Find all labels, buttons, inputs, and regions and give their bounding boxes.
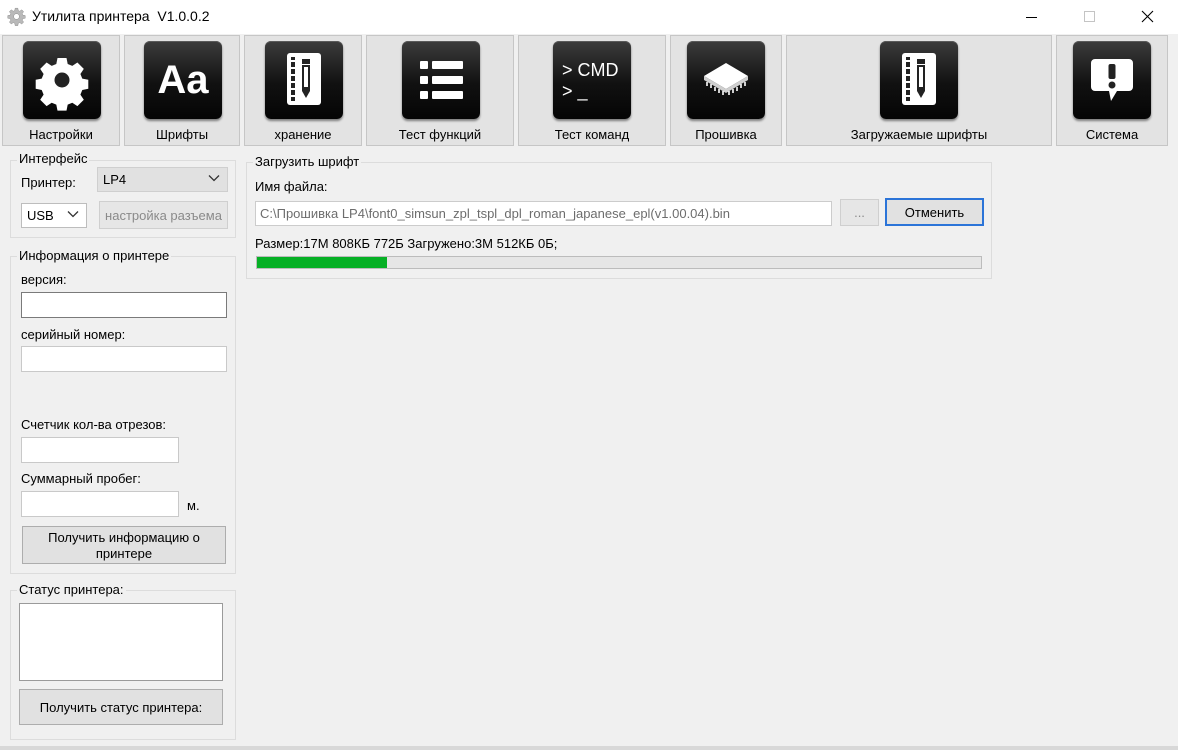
port-settings-button[interactable]: настройка разъема [99, 201, 228, 229]
toolbar-firmware-button[interactable]: Прошивка [670, 35, 782, 146]
cut-counter-field[interactable] [21, 437, 179, 463]
list-icon [402, 41, 480, 119]
notebook-pencil-icon [265, 41, 343, 119]
browse-button[interactable]: ... [840, 199, 879, 226]
interface-legend: Интерфейс [17, 151, 90, 166]
toolbar-system-button[interactable]: Система [1056, 35, 1168, 146]
gear-icon [23, 41, 101, 119]
version-label: версия: [21, 272, 67, 287]
file-path-field[interactable]: C:\Прошивка LP4\font0_simsun_zpl_tspl_dp… [255, 201, 832, 226]
upload-progress-fill [257, 257, 388, 268]
get-printer-status-button[interactable]: Получить статус принтера: [19, 689, 223, 725]
port-select-value: USB [27, 208, 54, 223]
version-field[interactable] [21, 292, 227, 318]
toolbar-label: Система [1085, 127, 1139, 142]
chevron-down-icon [208, 175, 220, 182]
printer-label: Принтер: [21, 175, 76, 190]
cut-counter-label: Счетчик кол-ва отрезов: [21, 417, 167, 432]
notebook-pencil-icon [880, 41, 958, 119]
printer-select-value: LP4 [103, 172, 127, 187]
printer-status-legend: Статус принтера: [17, 582, 126, 597]
svg-text:Aa: Aa [157, 58, 209, 102]
toolbar-settings-button[interactable]: Настройки [2, 35, 120, 146]
font-aa-icon: Aa [144, 41, 222, 119]
mileage-unit: м. [187, 498, 200, 513]
toolbar-label: Тест функций [398, 127, 482, 142]
toolbar-downloadable-fonts-button[interactable]: Загружаемые шрифты [786, 35, 1052, 146]
svg-text:> _: > _ [562, 81, 589, 102]
chevron-down-icon [67, 211, 79, 218]
maximize-button[interactable] [1060, 0, 1118, 34]
printer-info-legend: Информация о принтере [17, 248, 172, 263]
chip-icon [687, 41, 765, 119]
toolbar-label: Прошивка [695, 127, 757, 142]
get-printer-info-button[interactable]: Получить информацию о принтере [22, 526, 226, 564]
toolbar-storage-button[interactable]: хранение [244, 35, 362, 146]
mileage-field[interactable] [21, 491, 179, 517]
toolbar-command-test-button[interactable]: > CMD > _ Тест команд [518, 35, 666, 146]
maximize-icon [1084, 11, 1095, 22]
load-font-legend: Загрузить шрифт [253, 154, 362, 169]
port-select[interactable]: USB [21, 203, 87, 228]
close-button[interactable] [1118, 0, 1176, 34]
filename-label: Имя файла: [255, 179, 328, 194]
printer-select[interactable]: LP4 [97, 167, 228, 192]
upload-progress-bar [256, 256, 982, 269]
window-bottom-border [0, 746, 1178, 750]
gear-icon [7, 7, 26, 26]
progress-text: Размер:17М 808КБ 772Б Загружено:3М 512КБ… [255, 236, 558, 251]
printer-status-text[interactable] [19, 603, 223, 681]
alert-message-icon [1073, 41, 1151, 119]
command-prompt-icon: > CMD > _ [553, 41, 631, 119]
minimize-button[interactable] [1002, 0, 1060, 34]
toolbar-fonts-button[interactable]: Aa Шрифты [124, 35, 240, 146]
svg-text:> CMD: > CMD [562, 60, 619, 80]
toolbar-label: Тест команд [554, 127, 630, 142]
toolbar-label: Шрифты [155, 127, 209, 142]
cancel-button[interactable]: Отменить [885, 198, 984, 226]
minimize-icon [1026, 17, 1037, 18]
close-icon [1141, 10, 1154, 23]
mileage-label: Суммарный пробег: [21, 471, 141, 486]
toolbar-label: Настройки [29, 127, 93, 142]
window-title: Утилита принтера V1.0.0.2 [32, 8, 210, 24]
title-bar: Утилита принтера V1.0.0.2 [0, 0, 1178, 34]
toolbar-label: Загружаемые шрифты [850, 127, 988, 142]
toolbar-function-test-button[interactable]: Тест функций [366, 35, 514, 146]
toolbar-label: хранение [274, 127, 332, 142]
serial-number-field[interactable] [21, 346, 227, 372]
serial-number-label: серийный номер: [21, 327, 126, 342]
